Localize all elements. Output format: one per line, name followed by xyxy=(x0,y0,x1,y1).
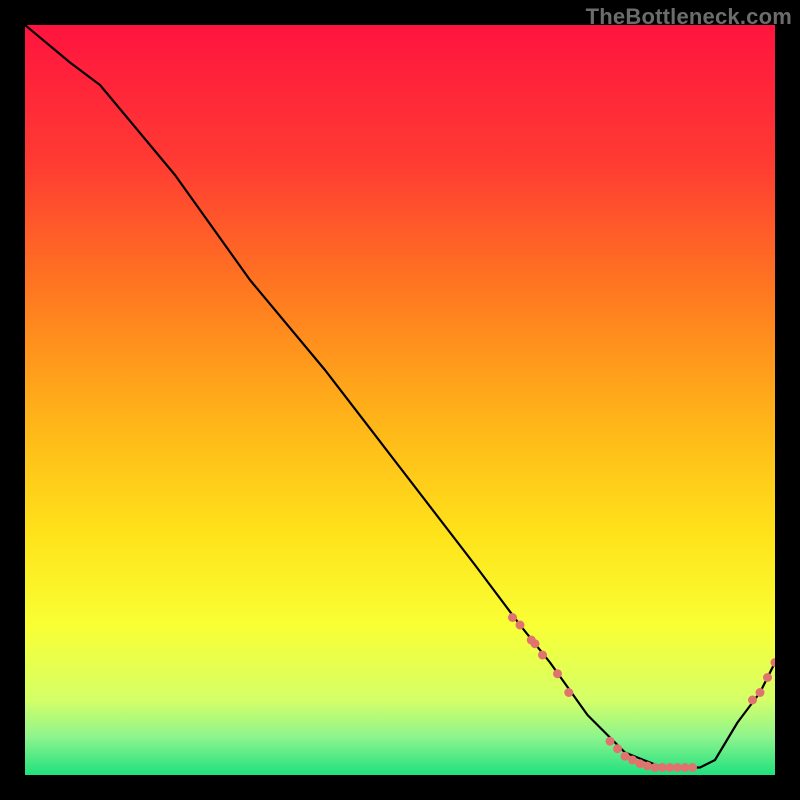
chart-stage: TheBottleneck.com xyxy=(0,0,800,800)
marker-point xyxy=(516,621,525,630)
plot-area xyxy=(25,25,775,775)
marker-point xyxy=(531,639,540,648)
marker-point xyxy=(508,613,517,622)
marker-point xyxy=(564,688,573,697)
marker-point xyxy=(756,688,765,697)
marker-point xyxy=(763,673,772,682)
marker-point xyxy=(613,744,622,753)
marker-point xyxy=(748,696,757,705)
marker-point xyxy=(553,669,562,678)
gradient-background xyxy=(25,25,775,775)
marker-point xyxy=(643,762,652,771)
marker-point xyxy=(606,737,615,746)
marker-point xyxy=(538,651,547,660)
marker-point xyxy=(688,763,697,772)
chart-svg xyxy=(25,25,775,775)
